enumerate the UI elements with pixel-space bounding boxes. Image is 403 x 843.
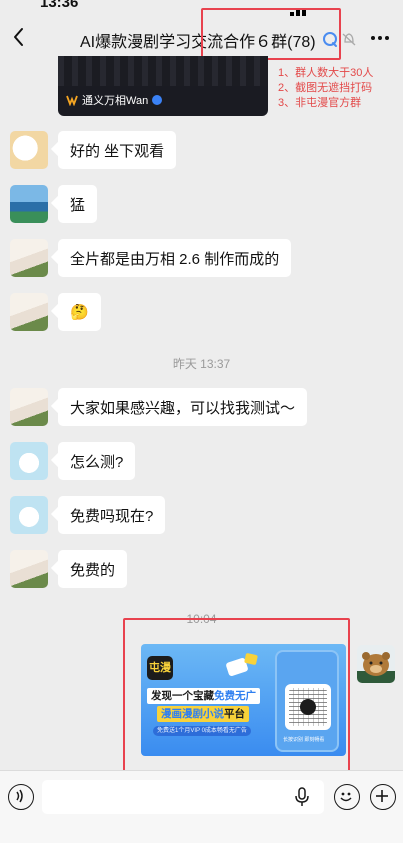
signal-icon — [290, 0, 330, 16]
message-bubble[interactable]: 免费的 — [58, 550, 128, 588]
emoji-icon[interactable] — [334, 784, 360, 810]
message-bubble[interactable]: 好的 坐下观看 — [58, 131, 177, 169]
notice-card[interactable]: 通义万相Wan — [58, 56, 268, 116]
emoji-bubble[interactable]: 🤔 — [58, 293, 101, 331]
message-bubble[interactable]: 猛 — [58, 185, 98, 223]
promo-line2-text: 平台 — [224, 708, 245, 720]
bear-avatar-icon — [357, 652, 395, 683]
rule-1: 1、群人数大于30人 — [278, 67, 374, 79]
message-input[interactable] — [42, 780, 324, 814]
promo-decoration — [244, 652, 258, 666]
status-time: 13:36 — [40, 0, 79, 11]
group-rules: 1、群人数大于30人 2、截图无遮挡打码 3、非屯漫官方群 — [278, 66, 373, 111]
dog-avatar[interactable] — [10, 442, 48, 480]
message-bubble[interactable]: 大家如果感兴趣，可以找我测试～ — [58, 388, 308, 426]
promo-subline: 免费送1个月VIP 0成本畅看无广告 — [153, 726, 251, 736]
qr-caption: 长按识别 即刻畅看 — [283, 737, 325, 743]
promo-line1-text: 发现一个宝藏 — [151, 690, 214, 702]
rule-3: 3、非屯漫官方群 — [278, 97, 362, 109]
voice-icon[interactable] — [8, 784, 34, 810]
dog-avatar[interactable] — [10, 496, 48, 534]
plus-icon[interactable] — [370, 784, 396, 810]
title-highlight-box — [201, 8, 341, 60]
message-bubble[interactable]: 全片都是由万相 2.6 制作而成的 — [58, 239, 292, 277]
wan-logo-icon — [66, 95, 78, 106]
chat-input-bar — [0, 770, 403, 843]
notice-brand-name: 通义万相Wan — [82, 95, 149, 107]
girl-avatar[interactable] — [10, 388, 48, 426]
message-bubble[interactable]: 免费吗现在? — [58, 496, 166, 534]
promo-headline-2: 漫画漫剧小说平台 — [157, 706, 249, 722]
promo-line1-highlight: 免费无广 — [214, 690, 256, 702]
more-dots-icon[interactable] — [366, 28, 394, 48]
promo-logo: 屯漫 — [147, 656, 173, 680]
verified-icon — [152, 95, 163, 105]
mute-bell-icon — [342, 33, 356, 46]
girl-avatar[interactable] — [10, 239, 48, 277]
notice-card-image — [58, 56, 268, 86]
qr-code — [285, 684, 331, 730]
promo-image-message[interactable]: 屯漫 发现一个宝藏免费无广 漫画漫剧小说平台 免费送1个月VIP 0成本畅看无广… — [141, 644, 346, 756]
promo-headline-1: 发现一个宝藏免费无广 — [147, 688, 260, 704]
promo-line2-highlight: 漫画漫剧小说 — [161, 708, 224, 720]
seaside-avatar[interactable] — [10, 185, 48, 223]
notice-brand: 通义万相Wan — [66, 92, 163, 108]
chevron-left-icon[interactable] — [8, 22, 36, 52]
self-avatar[interactable] — [357, 645, 395, 683]
qr-center-logo — [300, 699, 316, 715]
girl-avatar[interactable] — [10, 293, 48, 331]
rule-2: 2、截图无遮挡打码 — [278, 82, 373, 94]
kitty-avatar[interactable] — [10, 131, 48, 169]
message-bubble[interactable]: 怎么测? — [58, 442, 136, 480]
microphone-icon[interactable] — [294, 787, 310, 807]
girl-avatar[interactable] — [10, 550, 48, 588]
timestamp: 昨天 13:37 — [172, 357, 231, 371]
